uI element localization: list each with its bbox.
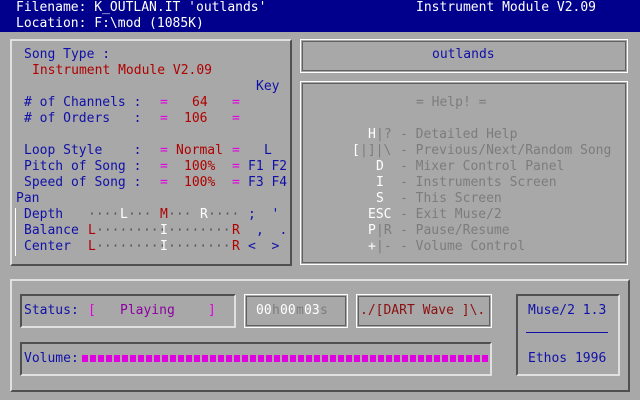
help-desc-detailed: - Detailed Help — [400, 127, 518, 142]
help-key-p-alt: |R — [376, 223, 392, 238]
help-desc-pause: - Pause/Resume — [400, 223, 510, 238]
help-desc-this-screen: - This Screen — [400, 191, 502, 206]
key-column-header: Key — [256, 79, 280, 94]
depth-dots-2: ··· — [128, 207, 152, 222]
orders-eq: = — [160, 111, 168, 126]
channels-value: 64 — [192, 95, 208, 110]
module-format-title: Instrument Module V2.09 — [416, 0, 597, 15]
status-close-bracket: ] — [208, 303, 216, 318]
pitch-eq2: = — [232, 159, 240, 174]
status-open-bracket: [ — [88, 303, 96, 318]
status-value[interactable]: Playing — [120, 303, 175, 319]
depth-dots-1: ···· — [88, 207, 120, 222]
balance-left-marker: L — [88, 223, 96, 238]
song-name: outlands — [432, 47, 495, 62]
help-desc-exit: - Exit Muse/2 — [400, 207, 502, 222]
loop-eq2: = — [232, 143, 240, 158]
help-key-h-alt: |? — [376, 127, 392, 142]
depth-mid-marker[interactable]: M — [160, 207, 168, 223]
song-type-value: Instrument Module V2.09 — [32, 63, 213, 78]
help-key-plus: + — [368, 239, 376, 254]
center-indicator[interactable]: I — [160, 239, 168, 255]
balance-indicator[interactable]: I — [160, 223, 168, 239]
center-dots-1: ········· — [96, 239, 167, 254]
help-title: = Help! = — [416, 95, 487, 110]
help-key-minus: |- — [376, 239, 392, 254]
depth-left-marker: L — [120, 207, 128, 222]
loop-style-label: Loop Style : — [24, 143, 142, 158]
help-key-brackets-alt: |]|\ — [360, 143, 392, 158]
loop-key[interactable]: L — [264, 143, 272, 159]
loop-style-value[interactable]: Normal — [176, 143, 223, 159]
song-type-label: Song Type : — [24, 47, 111, 62]
depth-right-marker: R — [200, 207, 208, 222]
help-key-brackets: [ — [352, 143, 360, 158]
timer-seconds: 03 — [304, 303, 320, 318]
help-desc-volume: - Volume Control — [400, 239, 526, 254]
output-driver: ./[DART Wave ]\. — [360, 303, 486, 318]
depth-dots-3: ··· — [168, 207, 192, 222]
app-version: Muse/2 1.3 — [528, 303, 607, 318]
timer-h-unit: h — [272, 303, 280, 318]
balance-dots-2: ········ — [168, 223, 231, 238]
status-label: Status: — [24, 303, 79, 318]
channels-eq: = — [160, 95, 168, 110]
pitch-value[interactable]: 100% — [184, 159, 215, 175]
balance-right-marker: R — [232, 223, 240, 238]
timer-m-unit: m — [296, 303, 304, 318]
speed-keys[interactable]: F3 F4 — [248, 175, 287, 191]
pitch-label: Pitch of Song : — [24, 159, 142, 174]
volume-label: Volume: — [24, 351, 79, 366]
timer-minutes: 00 — [280, 303, 296, 318]
depth-label: Depth — [24, 207, 64, 222]
help-desc-mixer: - Mixer Control Panel — [400, 159, 565, 174]
orders-eq2: = — [232, 111, 240, 126]
center-keys[interactable]: < > — [248, 239, 279, 255]
about-divider — [526, 332, 608, 333]
center-right-marker: R — [232, 239, 240, 254]
pitch-eq: = — [160, 159, 168, 174]
credit-text: Ethos 1996 — [528, 351, 607, 366]
volume-slider-bar[interactable] — [82, 355, 488, 362]
location-text: Location: F:\mod (1085K) — [16, 16, 204, 31]
help-key-p: P — [368, 223, 376, 238]
depth-dots-4: ···· — [208, 207, 240, 222]
help-key-i: I — [376, 175, 384, 190]
timer-hours: 00 — [256, 303, 272, 318]
speed-label: Speed of Song : — [24, 175, 142, 190]
timer-s-unit: s — [320, 303, 328, 318]
help-desc-instruments: - Instruments Screen — [400, 175, 557, 190]
depth-keys[interactable]: ; ' — [248, 207, 279, 223]
orders-value: 106 — [184, 111, 208, 126]
center-dots-2: ········ — [168, 239, 231, 254]
balance-dots-1: ········· — [96, 223, 167, 238]
speed-value[interactable]: 100% — [184, 175, 215, 191]
pitch-keys[interactable]: F1 F2 — [248, 159, 287, 175]
help-key-esc: ESC — [368, 207, 392, 222]
help-desc-song-nav: - Previous/Next/Random Song — [400, 143, 612, 158]
help-key-h: H — [368, 127, 376, 142]
balance-label: Balance — [24, 223, 79, 238]
loop-eq: = — [160, 143, 168, 158]
speed-eq: = — [160, 175, 168, 190]
center-left-marker: L — [88, 239, 96, 254]
channels-eq2: = — [232, 95, 240, 110]
pan-label: Pan — [16, 191, 40, 206]
orders-label: # of Orders : — [24, 111, 142, 126]
center-label: Center — [24, 239, 71, 254]
help-key-s: S — [376, 191, 384, 206]
filename-text: Filename: K_OUTLAN.IT 'outlands' — [16, 0, 267, 15]
balance-keys[interactable]: , . — [256, 223, 287, 239]
channels-label: # of Channels : — [24, 95, 142, 110]
pan-bracket-line — [15, 208, 16, 256]
help-key-d: D — [376, 159, 384, 174]
speed-eq2: = — [232, 175, 240, 190]
